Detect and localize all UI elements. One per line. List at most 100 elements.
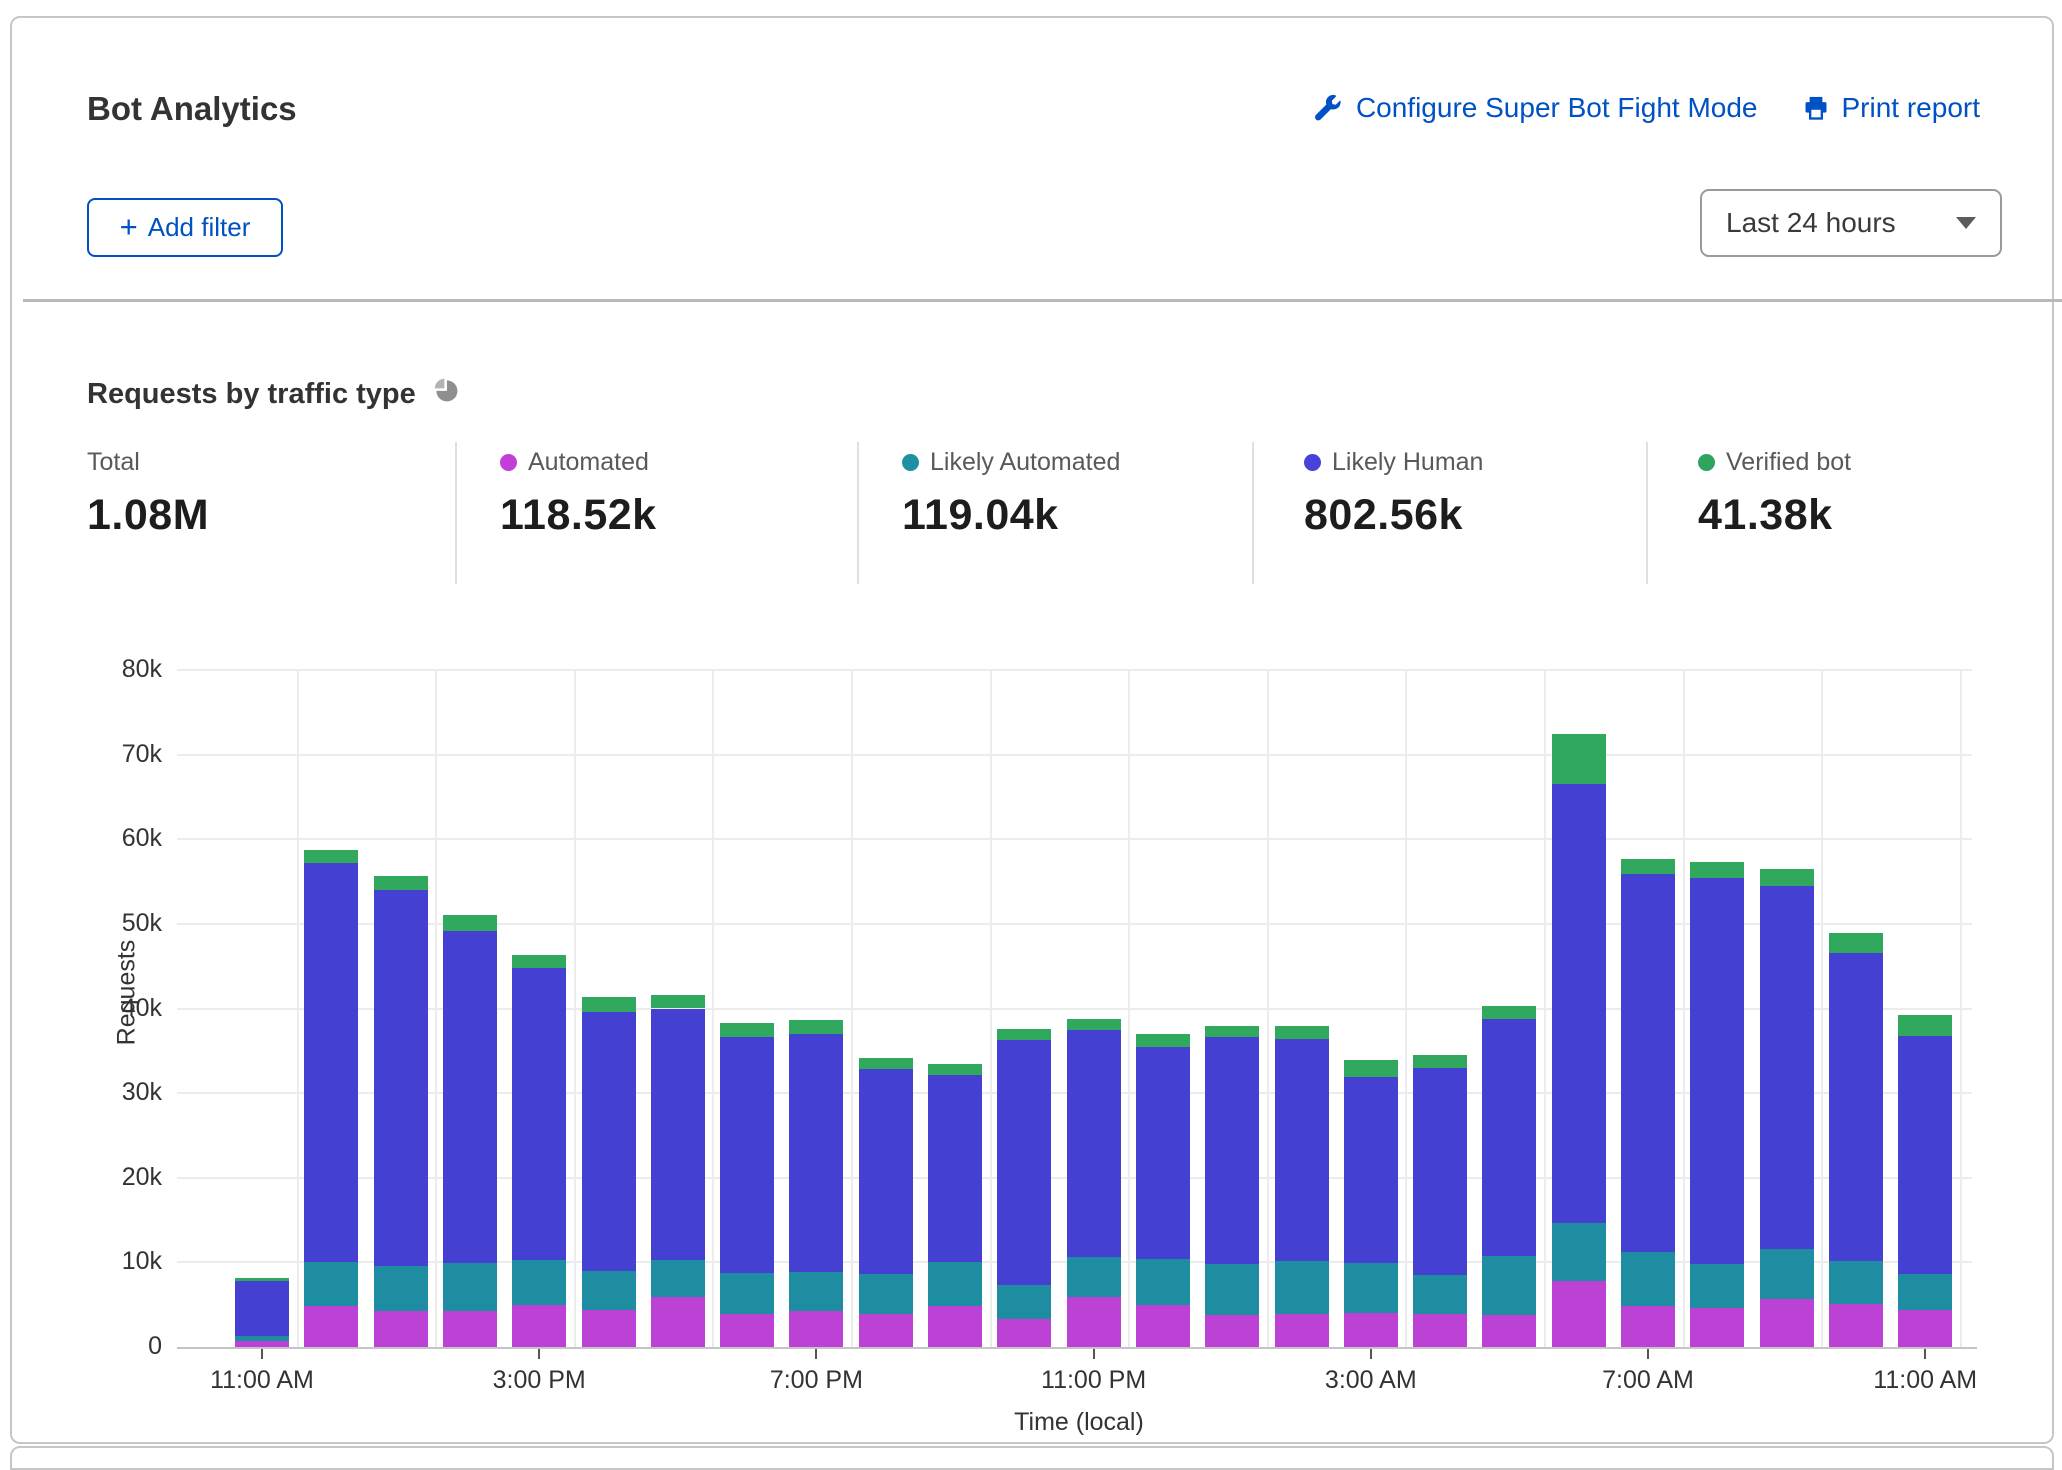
bar-segment-verified-bot[interactable] [1482, 1006, 1536, 1019]
print-report-link[interactable]: Print report [1802, 92, 1981, 124]
bar-segment-likely-human[interactable] [1760, 886, 1814, 1249]
bar-segment-likely-automated[interactable] [1136, 1259, 1190, 1305]
bar-segment-likely-automated[interactable] [1690, 1264, 1744, 1308]
bar-segment-automated[interactable] [928, 1306, 982, 1347]
bar-segment-likely-automated[interactable] [997, 1285, 1051, 1319]
bar-segment-automated[interactable] [1829, 1304, 1883, 1347]
bar-segment-automated[interactable] [1205, 1315, 1259, 1347]
bar-segment-likely-automated[interactable] [720, 1273, 774, 1314]
bar-segment-likely-automated[interactable] [1898, 1274, 1952, 1310]
bar-segment-likely-automated[interactable] [1205, 1264, 1259, 1315]
bar-segment-likely-human[interactable] [1552, 784, 1606, 1222]
bar-segment-likely-human[interactable] [1690, 878, 1744, 1264]
bar-segment-likely-human[interactable] [304, 863, 358, 1262]
bar-segment-automated[interactable] [512, 1305, 566, 1347]
bar-segment-verified-bot[interactable] [1136, 1034, 1190, 1048]
bar-segment-likely-human[interactable] [1621, 874, 1675, 1252]
bar-segment-likely-human[interactable] [582, 1012, 636, 1271]
bar-segment-likely-human[interactable] [1898, 1036, 1952, 1274]
bar-segment-likely-automated[interactable] [1344, 1263, 1398, 1313]
bar-segment-likely-automated[interactable] [374, 1266, 428, 1311]
bar-segment-verified-bot[interactable] [235, 1278, 289, 1281]
time-range-dropdown[interactable]: Last 24 hours [1700, 189, 2002, 257]
bar-segment-likely-automated[interactable] [1482, 1256, 1536, 1315]
bar-segment-automated[interactable] [1275, 1314, 1329, 1347]
bar-segment-likely-human[interactable] [1067, 1030, 1121, 1258]
bar-segment-likely-automated[interactable] [512, 1260, 566, 1305]
bar-segment-likely-automated[interactable] [651, 1260, 705, 1297]
bar-segment-verified-bot[interactable] [1898, 1015, 1952, 1036]
bar-segment-likely-automated[interactable] [1552, 1223, 1606, 1281]
add-filter-button[interactable]: + Add filter [87, 198, 283, 257]
bar-segment-verified-bot[interactable] [1067, 1019, 1121, 1030]
bar-segment-verified-bot[interactable] [1760, 869, 1814, 886]
bar-segment-likely-human[interactable] [1413, 1068, 1467, 1275]
bar-segment-automated[interactable] [1898, 1310, 1952, 1347]
bar-segment-verified-bot[interactable] [859, 1058, 913, 1069]
bar-segment-automated[interactable] [1344, 1313, 1398, 1347]
bar-segment-automated[interactable] [1760, 1299, 1814, 1347]
bar-segment-automated[interactable] [582, 1310, 636, 1347]
configure-super-bot-fight-mode-link[interactable]: Configure Super Bot Fight Mode [1315, 92, 1758, 124]
bar-segment-likely-automated[interactable] [1067, 1257, 1121, 1297]
bar-segment-verified-bot[interactable] [1552, 734, 1606, 784]
bar-segment-automated[interactable] [720, 1314, 774, 1347]
bar-segment-likely-human[interactable] [1829, 953, 1883, 1261]
bar-segment-automated[interactable] [374, 1311, 428, 1347]
bar-segment-likely-human[interactable] [1205, 1037, 1259, 1264]
bar-segment-likely-automated[interactable] [582, 1271, 636, 1310]
bar-segment-likely-automated[interactable] [235, 1336, 289, 1341]
bar-segment-likely-automated[interactable] [1829, 1261, 1883, 1304]
bar-segment-verified-bot[interactable] [720, 1023, 774, 1037]
bar-segment-verified-bot[interactable] [928, 1064, 982, 1075]
bar-segment-likely-human[interactable] [859, 1069, 913, 1274]
bar-segment-likely-human[interactable] [1275, 1039, 1329, 1261]
bar-segment-likely-human[interactable] [789, 1034, 843, 1272]
bar-segment-automated[interactable] [1482, 1315, 1536, 1347]
bar-segment-verified-bot[interactable] [1275, 1026, 1329, 1039]
bar-segment-automated[interactable] [1413, 1314, 1467, 1347]
bar-segment-likely-automated[interactable] [859, 1274, 913, 1314]
bar-segment-likely-human[interactable] [512, 968, 566, 1260]
bar-segment-verified-bot[interactable] [789, 1020, 843, 1034]
bar-segment-automated[interactable] [1690, 1308, 1744, 1347]
bar-segment-verified-bot[interactable] [1413, 1055, 1467, 1068]
bar-segment-verified-bot[interactable] [1621, 859, 1675, 874]
bar-segment-automated[interactable] [997, 1319, 1051, 1347]
bar-segment-likely-human[interactable] [1344, 1077, 1398, 1263]
bar-segment-automated[interactable] [304, 1306, 358, 1347]
bar-segment-likely-human[interactable] [651, 1009, 705, 1260]
bar-segment-verified-bot[interactable] [1690, 862, 1744, 878]
bar-segment-automated[interactable] [651, 1297, 705, 1347]
bar-segment-verified-bot[interactable] [582, 997, 636, 1012]
bar-segment-likely-automated[interactable] [1275, 1261, 1329, 1314]
bar-segment-automated[interactable] [859, 1314, 913, 1347]
bar-segment-verified-bot[interactable] [374, 876, 428, 890]
bar-segment-likely-automated[interactable] [304, 1262, 358, 1307]
bar-segment-likely-automated[interactable] [1760, 1249, 1814, 1299]
bar-segment-likely-human[interactable] [1482, 1019, 1536, 1256]
bar-segment-automated[interactable] [1621, 1306, 1675, 1347]
bar-segment-automated[interactable] [1552, 1281, 1606, 1347]
bar-segment-automated[interactable] [789, 1311, 843, 1347]
bar-segment-verified-bot[interactable] [512, 955, 566, 968]
bar-segment-verified-bot[interactable] [443, 915, 497, 931]
bar-segment-automated[interactable] [443, 1311, 497, 1347]
bar-segment-likely-human[interactable] [1136, 1047, 1190, 1259]
bar-segment-likely-human[interactable] [928, 1075, 982, 1262]
bar-segment-verified-bot[interactable] [651, 995, 705, 1009]
bar-segment-likely-human[interactable] [443, 931, 497, 1263]
bar-segment-automated[interactable] [1136, 1305, 1190, 1347]
bar-segment-verified-bot[interactable] [1344, 1060, 1398, 1077]
bar-segment-likely-human[interactable] [720, 1037, 774, 1272]
bar-segment-verified-bot[interactable] [304, 850, 358, 863]
bar-segment-automated[interactable] [1067, 1297, 1121, 1347]
bar-segment-likely-automated[interactable] [443, 1263, 497, 1310]
bar-segment-likely-human[interactable] [235, 1281, 289, 1336]
bar-segment-likely-automated[interactable] [928, 1262, 982, 1306]
bar-segment-likely-automated[interactable] [789, 1272, 843, 1312]
bar-segment-likely-automated[interactable] [1621, 1252, 1675, 1305]
bar-segment-likely-automated[interactable] [1413, 1275, 1467, 1314]
bar-segment-verified-bot[interactable] [1205, 1026, 1259, 1037]
bar-segment-likely-human[interactable] [997, 1040, 1051, 1285]
